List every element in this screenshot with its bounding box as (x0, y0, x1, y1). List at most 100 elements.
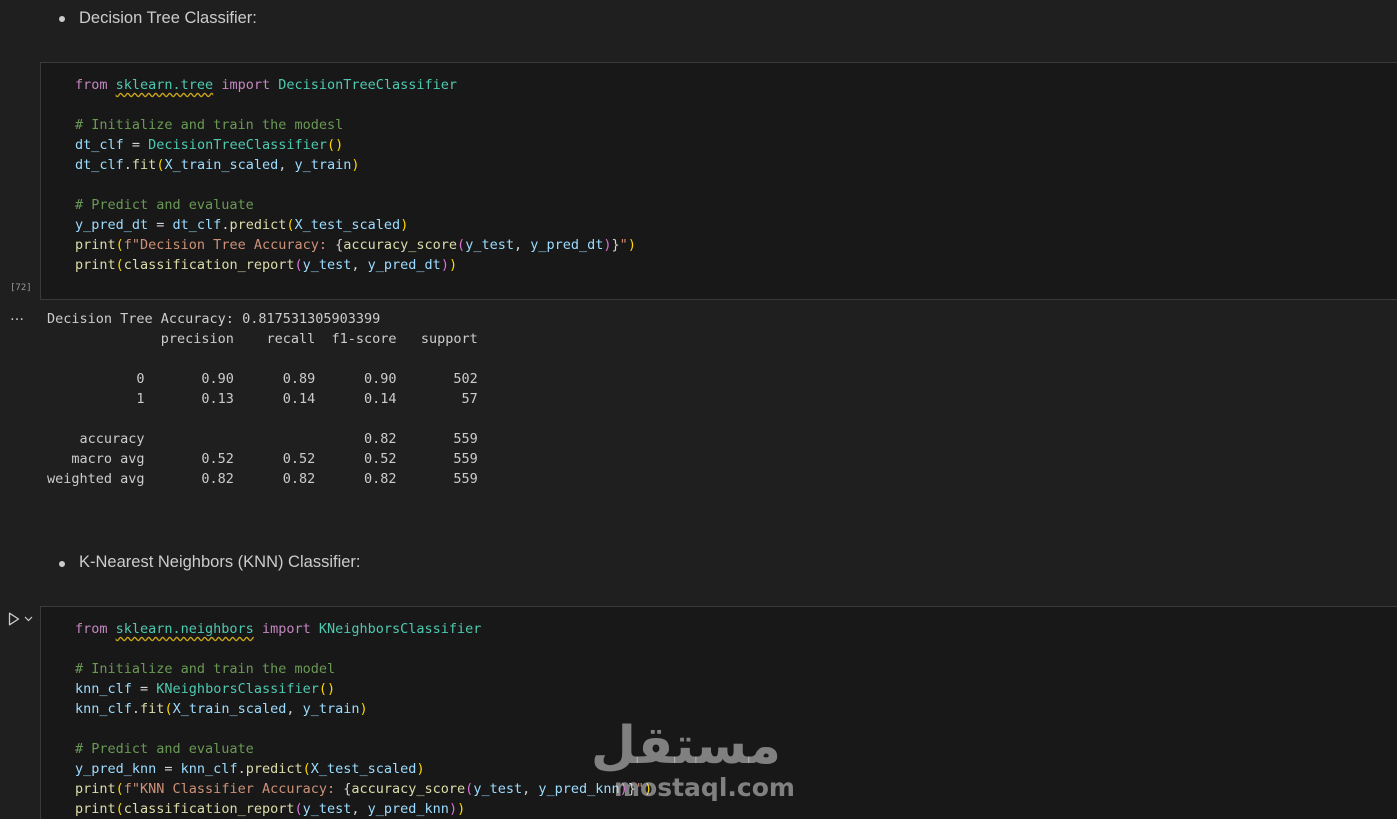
markdown-heading: K-Nearest Neighbors (KNN) Classifier: (79, 553, 361, 571)
code-token: . (123, 157, 132, 173)
code-token: knn_clf (75, 701, 132, 717)
code-token: sklearn.tree (115, 77, 214, 93)
bullet-point (59, 561, 65, 567)
output-text: Decision Tree Accuracy: 0.81753130590339… (47, 309, 478, 489)
code-token: ( (115, 801, 124, 817)
cell-output: Decision Tree Accuracy: 0.81753130590339… (40, 300, 1397, 520)
code-line: # Predict and evaluate (75, 197, 254, 213)
code-token: ( (115, 237, 124, 253)
markdown-cell-decision-tree[interactable]: Decision Tree Classifier: (40, 0, 1397, 60)
code-token: = (131, 681, 157, 697)
code-token: = (156, 761, 181, 777)
code-token: ( (457, 237, 466, 253)
code-line: from sklearn.tree import DecisionTreeCla… (75, 77, 457, 93)
code-token: KNeighborsClassifier (318, 621, 482, 637)
code-token: y_pred_knn (538, 781, 620, 797)
code-token: ( (302, 761, 311, 777)
code-token: sklearn.neighbors (115, 621, 254, 637)
code-token: ) (457, 801, 466, 817)
code-token: y_train (302, 701, 360, 717)
run-cell-button[interactable] (8, 610, 40, 628)
code-token: } (627, 781, 636, 797)
code-token: import (213, 77, 279, 93)
code-token: ( (115, 781, 124, 797)
code-token: f"KNN Classifier Accuracy: (123, 781, 344, 797)
code-line: y_pred_knn = knn_clf.predict(X_test_scal… (75, 761, 425, 777)
code-token: , (278, 157, 295, 173)
cell-gutter (0, 0, 40, 819)
code-token: ) (448, 257, 458, 273)
code-token: print (75, 257, 116, 273)
code-token: KNeighborsClassifier (156, 681, 319, 697)
code-token: , (286, 701, 303, 717)
code-token: y_test (302, 801, 352, 817)
code-token: fit (131, 157, 157, 173)
code-token: ) (416, 761, 425, 777)
code-token: f"Decision Tree Accuracy: (123, 237, 336, 253)
output-line: weighted avg 0.82 0.82 0.82 559 (47, 471, 478, 487)
code-token: ) (351, 157, 360, 173)
code-token: ) (359, 701, 368, 717)
code-token: ( (294, 257, 303, 273)
code-token: # Initialize and train the modesl (75, 117, 344, 133)
code-token: fit (140, 701, 165, 717)
code-token: () (318, 681, 336, 697)
chevron-down-icon[interactable] (24, 616, 33, 622)
code-token: print (75, 237, 116, 253)
code-token: ( (294, 801, 303, 817)
output-menu-icon[interactable]: … (10, 308, 24, 324)
code-token: X_train_scaled (172, 701, 287, 717)
code-token: y_pred_dt (75, 217, 149, 233)
code-line: from sklearn.neighbors import KNeighbors… (75, 621, 481, 637)
code-line: print(f"KNN Classifier Accuracy: {accura… (75, 781, 652, 797)
code-token: ( (164, 701, 173, 717)
code-token: DecisionTreeClassifier (278, 77, 458, 93)
code-line: # Initialize and train the model (75, 661, 335, 677)
code-token: import (253, 621, 319, 637)
code-token: print (75, 781, 116, 797)
code-token: # Predict and evaluate (75, 741, 254, 757)
code-token: y_test (302, 257, 352, 273)
code-token: ) (644, 781, 653, 797)
code-token: dt_clf (75, 137, 124, 153)
output-line: accuracy 0.82 559 (47, 431, 478, 447)
code-line: y_pred_dt = dt_clf.predict(X_test_scaled… (75, 217, 408, 233)
markdown-heading: Decision Tree Classifier: (79, 9, 257, 27)
code-editor[interactable]: from sklearn.neighbors import KNeighbors… (75, 619, 652, 819)
code-token: accuracy_score (343, 237, 458, 253)
code-token: accuracy_score (351, 781, 466, 797)
code-token: () (326, 137, 344, 153)
code-token: ) (400, 217, 409, 233)
code-token: ) (627, 237, 636, 253)
code-token: X_test_scaled (294, 217, 401, 233)
code-token: X_test_scaled (310, 761, 417, 777)
code-token: from (75, 77, 116, 93)
code-token: = (123, 137, 149, 153)
code-token: ( (115, 257, 124, 273)
code-token: , (351, 257, 368, 273)
code-line: knn_clf = KNeighborsClassifier() (75, 681, 335, 697)
code-token: knn_clf (180, 761, 238, 777)
execution-count: [72] (10, 283, 32, 293)
code-token: knn_clf (75, 681, 132, 697)
code-token: = (148, 217, 173, 233)
code-cell-knn[interactable]: from sklearn.neighbors import KNeighbors… (40, 606, 1397, 819)
code-token: ) (448, 801, 458, 817)
code-token: . (131, 701, 141, 717)
code-token: , (513, 237, 531, 253)
markdown-cell-knn[interactable]: K-Nearest Neighbors (KNN) Classifier: (40, 545, 1397, 605)
code-editor[interactable]: from sklearn.tree import DecisionTreeCla… (75, 75, 636, 275)
code-token: print (75, 801, 116, 817)
code-line: print(classification_report(y_test, y_pr… (75, 257, 457, 273)
code-line: print(classification_report(y_test, y_pr… (75, 801, 465, 817)
code-token: y_pred_knn (75, 761, 157, 777)
code-line: # Predict and evaluate (75, 741, 254, 757)
code-cell-decision-tree[interactable]: from sklearn.tree import DecisionTreeCla… (40, 62, 1397, 300)
code-token: predict (245, 761, 303, 777)
output-line: Decision Tree Accuracy: 0.81753130590339… (47, 311, 381, 327)
output-line: 1 0.13 0.14 0.14 57 (47, 391, 478, 407)
code-token: dt_clf (172, 217, 222, 233)
code-token: classification_report (123, 257, 295, 273)
code-token: , (351, 801, 368, 817)
code-token: # Predict and evaluate (75, 197, 254, 213)
